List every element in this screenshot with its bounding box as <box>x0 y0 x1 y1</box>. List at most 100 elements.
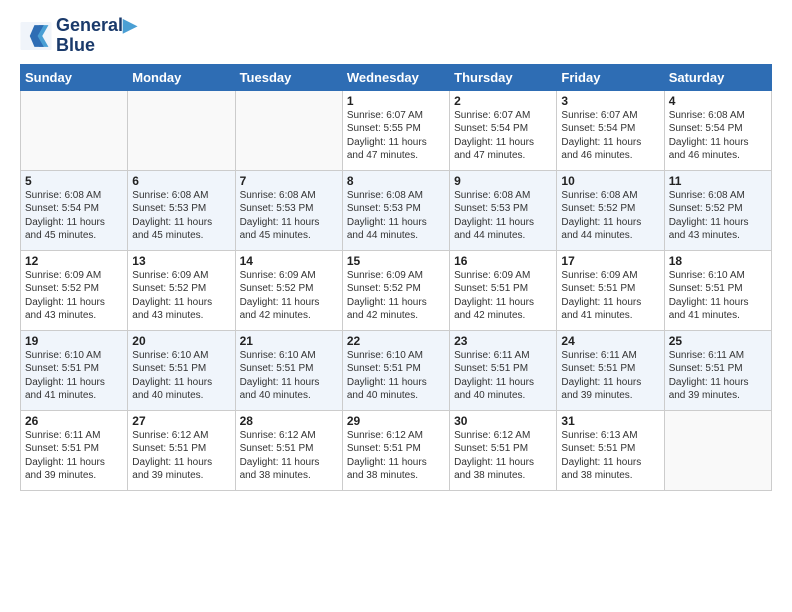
calendar-cell: 14Sunrise: 6:09 AM Sunset: 5:52 PM Dayli… <box>235 250 342 330</box>
day-info: Sunrise: 6:08 AM Sunset: 5:53 PM Dayligh… <box>132 189 230 243</box>
calendar-cell: 3Sunrise: 6:07 AM Sunset: 5:54 PM Daylig… <box>557 90 664 170</box>
day-number: 15 <box>347 254 445 268</box>
calendar-cell: 28Sunrise: 6:12 AM Sunset: 5:51 PM Dayli… <box>235 410 342 490</box>
calendar-cell: 23Sunrise: 6:11 AM Sunset: 5:51 PM Dayli… <box>450 330 557 410</box>
day-number: 4 <box>669 94 767 108</box>
logo-icon <box>20 22 52 50</box>
day-number: 8 <box>347 174 445 188</box>
day-number: 19 <box>25 334 123 348</box>
calendar-week-row: 1Sunrise: 6:07 AM Sunset: 5:55 PM Daylig… <box>21 90 772 170</box>
page-container: General▶ Blue SundayMondayTuesdayWednesd… <box>0 0 792 507</box>
day-number: 31 <box>561 414 659 428</box>
calendar-cell: 10Sunrise: 6:08 AM Sunset: 5:52 PM Dayli… <box>557 170 664 250</box>
calendar-cell: 12Sunrise: 6:09 AM Sunset: 5:52 PM Dayli… <box>21 250 128 330</box>
day-number: 5 <box>25 174 123 188</box>
calendar-week-row: 5Sunrise: 6:08 AM Sunset: 5:54 PM Daylig… <box>21 170 772 250</box>
day-info: Sunrise: 6:08 AM Sunset: 5:53 PM Dayligh… <box>454 189 552 243</box>
calendar-week-row: 26Sunrise: 6:11 AM Sunset: 5:51 PM Dayli… <box>21 410 772 490</box>
calendar-cell: 2Sunrise: 6:07 AM Sunset: 5:54 PM Daylig… <box>450 90 557 170</box>
day-info: Sunrise: 6:13 AM Sunset: 5:51 PM Dayligh… <box>561 429 659 483</box>
header: General▶ Blue <box>20 16 772 56</box>
day-number: 28 <box>240 414 338 428</box>
day-header-monday: Monday <box>128 64 235 90</box>
calendar-cell <box>664 410 771 490</box>
day-number: 12 <box>25 254 123 268</box>
day-info: Sunrise: 6:08 AM Sunset: 5:52 PM Dayligh… <box>561 189 659 243</box>
day-info: Sunrise: 6:08 AM Sunset: 5:52 PM Dayligh… <box>669 189 767 243</box>
day-number: 24 <box>561 334 659 348</box>
day-number: 23 <box>454 334 552 348</box>
day-number: 13 <box>132 254 230 268</box>
calendar-cell: 7Sunrise: 6:08 AM Sunset: 5:53 PM Daylig… <box>235 170 342 250</box>
day-number: 11 <box>669 174 767 188</box>
day-number: 3 <box>561 94 659 108</box>
logo-text: General▶ Blue <box>56 16 137 56</box>
day-info: Sunrise: 6:09 AM Sunset: 5:52 PM Dayligh… <box>240 269 338 323</box>
day-number: 27 <box>132 414 230 428</box>
day-number: 21 <box>240 334 338 348</box>
calendar-cell: 25Sunrise: 6:11 AM Sunset: 5:51 PM Dayli… <box>664 330 771 410</box>
day-info: Sunrise: 6:09 AM Sunset: 5:52 PM Dayligh… <box>25 269 123 323</box>
calendar-cell: 8Sunrise: 6:08 AM Sunset: 5:53 PM Daylig… <box>342 170 449 250</box>
day-info: Sunrise: 6:10 AM Sunset: 5:51 PM Dayligh… <box>669 269 767 323</box>
calendar-cell: 13Sunrise: 6:09 AM Sunset: 5:52 PM Dayli… <box>128 250 235 330</box>
day-number: 1 <box>347 94 445 108</box>
calendar-week-row: 12Sunrise: 6:09 AM Sunset: 5:52 PM Dayli… <box>21 250 772 330</box>
calendar-cell: 29Sunrise: 6:12 AM Sunset: 5:51 PM Dayli… <box>342 410 449 490</box>
day-info: Sunrise: 6:09 AM Sunset: 5:51 PM Dayligh… <box>454 269 552 323</box>
day-number: 7 <box>240 174 338 188</box>
calendar-cell: 18Sunrise: 6:10 AM Sunset: 5:51 PM Dayli… <box>664 250 771 330</box>
calendar-cell: 1Sunrise: 6:07 AM Sunset: 5:55 PM Daylig… <box>342 90 449 170</box>
day-header-friday: Friday <box>557 64 664 90</box>
calendar-cell: 24Sunrise: 6:11 AM Sunset: 5:51 PM Dayli… <box>557 330 664 410</box>
day-info: Sunrise: 6:12 AM Sunset: 5:51 PM Dayligh… <box>347 429 445 483</box>
calendar-cell: 15Sunrise: 6:09 AM Sunset: 5:52 PM Dayli… <box>342 250 449 330</box>
calendar-cell: 17Sunrise: 6:09 AM Sunset: 5:51 PM Dayli… <box>557 250 664 330</box>
calendar-cell: 9Sunrise: 6:08 AM Sunset: 5:53 PM Daylig… <box>450 170 557 250</box>
day-info: Sunrise: 6:09 AM Sunset: 5:51 PM Dayligh… <box>561 269 659 323</box>
day-info: Sunrise: 6:10 AM Sunset: 5:51 PM Dayligh… <box>25 349 123 403</box>
day-header-tuesday: Tuesday <box>235 64 342 90</box>
day-info: Sunrise: 6:08 AM Sunset: 5:53 PM Dayligh… <box>347 189 445 243</box>
day-info: Sunrise: 6:11 AM Sunset: 5:51 PM Dayligh… <box>561 349 659 403</box>
day-number: 14 <box>240 254 338 268</box>
calendar-cell: 11Sunrise: 6:08 AM Sunset: 5:52 PM Dayli… <box>664 170 771 250</box>
calendar-cell: 4Sunrise: 6:08 AM Sunset: 5:54 PM Daylig… <box>664 90 771 170</box>
day-info: Sunrise: 6:08 AM Sunset: 5:54 PM Dayligh… <box>25 189 123 243</box>
calendar-cell: 16Sunrise: 6:09 AM Sunset: 5:51 PM Dayli… <box>450 250 557 330</box>
calendar-cell: 5Sunrise: 6:08 AM Sunset: 5:54 PM Daylig… <box>21 170 128 250</box>
calendar-cell: 21Sunrise: 6:10 AM Sunset: 5:51 PM Dayli… <box>235 330 342 410</box>
calendar-cell: 30Sunrise: 6:12 AM Sunset: 5:51 PM Dayli… <box>450 410 557 490</box>
day-info: Sunrise: 6:11 AM Sunset: 5:51 PM Dayligh… <box>669 349 767 403</box>
day-info: Sunrise: 6:09 AM Sunset: 5:52 PM Dayligh… <box>132 269 230 323</box>
day-info: Sunrise: 6:11 AM Sunset: 5:51 PM Dayligh… <box>454 349 552 403</box>
day-info: Sunrise: 6:12 AM Sunset: 5:51 PM Dayligh… <box>132 429 230 483</box>
calendar-cell <box>235 90 342 170</box>
day-info: Sunrise: 6:12 AM Sunset: 5:51 PM Dayligh… <box>454 429 552 483</box>
day-info: Sunrise: 6:08 AM Sunset: 5:54 PM Dayligh… <box>669 109 767 163</box>
day-header-thursday: Thursday <box>450 64 557 90</box>
day-number: 6 <box>132 174 230 188</box>
calendar-cell <box>128 90 235 170</box>
day-info: Sunrise: 6:10 AM Sunset: 5:51 PM Dayligh… <box>347 349 445 403</box>
day-number: 2 <box>454 94 552 108</box>
calendar-cell: 20Sunrise: 6:10 AM Sunset: 5:51 PM Dayli… <box>128 330 235 410</box>
day-number: 10 <box>561 174 659 188</box>
day-header-wednesday: Wednesday <box>342 64 449 90</box>
day-number: 30 <box>454 414 552 428</box>
calendar-cell: 26Sunrise: 6:11 AM Sunset: 5:51 PM Dayli… <box>21 410 128 490</box>
day-header-sunday: Sunday <box>21 64 128 90</box>
day-info: Sunrise: 6:07 AM Sunset: 5:55 PM Dayligh… <box>347 109 445 163</box>
day-number: 17 <box>561 254 659 268</box>
calendar-header-row: SundayMondayTuesdayWednesdayThursdayFrid… <box>21 64 772 90</box>
day-info: Sunrise: 6:09 AM Sunset: 5:52 PM Dayligh… <box>347 269 445 323</box>
logo: General▶ Blue <box>20 16 137 56</box>
calendar: SundayMondayTuesdayWednesdayThursdayFrid… <box>20 64 772 491</box>
day-header-saturday: Saturday <box>664 64 771 90</box>
day-number: 26 <box>25 414 123 428</box>
day-info: Sunrise: 6:07 AM Sunset: 5:54 PM Dayligh… <box>454 109 552 163</box>
calendar-cell: 31Sunrise: 6:13 AM Sunset: 5:51 PM Dayli… <box>557 410 664 490</box>
day-number: 16 <box>454 254 552 268</box>
calendar-cell: 22Sunrise: 6:10 AM Sunset: 5:51 PM Dayli… <box>342 330 449 410</box>
calendar-week-row: 19Sunrise: 6:10 AM Sunset: 5:51 PM Dayli… <box>21 330 772 410</box>
